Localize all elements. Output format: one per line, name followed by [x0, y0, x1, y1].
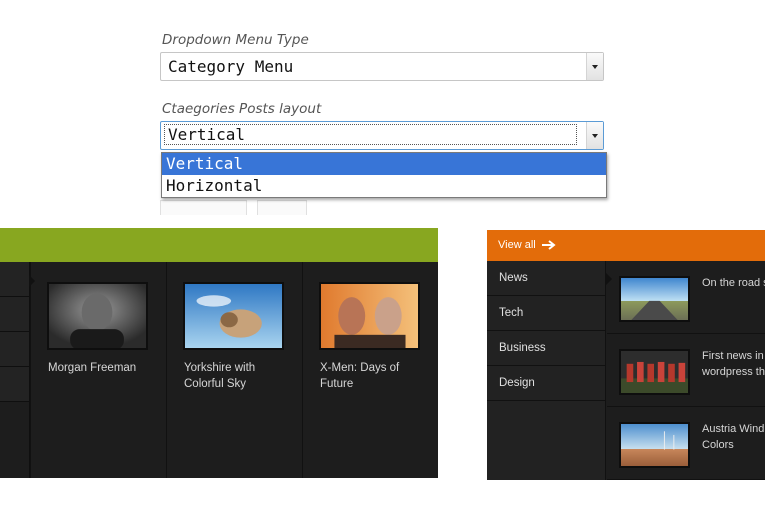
post-row[interactable]: On the road s	[607, 261, 765, 334]
chevron-down-icon[interactable]	[586, 122, 603, 149]
post-title[interactable]: Morgan Freeman	[48, 360, 158, 376]
category-item-tech[interactable]: Tech	[487, 296, 605, 331]
hidden-button[interactable]	[160, 200, 247, 215]
posts-layout-label: Ctaegories Posts layout	[162, 101, 322, 117]
category-item-business[interactable]: Business	[487, 331, 605, 366]
posts-layout-options[interactable]: Vertical Horizontal	[161, 152, 607, 198]
horizontal-layout-preview: View all News Tech Business Design On th…	[487, 230, 765, 480]
post-thumbnail[interactable]	[183, 282, 284, 350]
post-title[interactable]: Austria Windr Colors	[702, 421, 765, 453]
view-all-link[interactable]: View all	[498, 239, 536, 251]
vertical-layout-preview: Morgan Freeman Yorkshire with Colorful S…	[0, 228, 438, 478]
dropdown-menu-type-label: Dropdown Menu Type	[162, 32, 309, 48]
post-thumbnail[interactable]	[619, 422, 690, 468]
category-item[interactable]	[0, 262, 29, 297]
chevron-down-icon[interactable]	[586, 53, 603, 80]
category-item[interactable]	[0, 332, 29, 367]
post-column[interactable]: Yorkshire with Colorful Sky	[166, 262, 302, 478]
hidden-button[interactable]	[257, 200, 307, 215]
preview-header-bar	[0, 228, 438, 262]
post-title[interactable]: Yorkshire with Colorful Sky	[184, 360, 294, 392]
dropdown-menu-type-select[interactable]: Category Menu	[160, 52, 604, 81]
category-item[interactable]	[0, 297, 29, 332]
preview-header-bar: View all	[487, 230, 765, 261]
option-vertical[interactable]: Vertical	[162, 153, 606, 175]
post-thumbnail[interactable]	[619, 349, 690, 395]
post-title[interactable]: On the road s	[702, 275, 765, 291]
arrow-right-icon[interactable]	[541, 239, 557, 251]
category-item-news[interactable]: News	[487, 261, 605, 296]
category-sidebar	[0, 262, 30, 478]
post-thumbnail[interactable]	[319, 282, 420, 350]
post-title[interactable]: X-Men: Days of Future	[320, 360, 430, 392]
post-column[interactable]: X-Men: Days of Future	[302, 262, 438, 478]
category-item-design[interactable]: Design	[487, 366, 605, 401]
category-item[interactable]	[0, 367, 29, 402]
option-horizontal[interactable]: Horizontal	[162, 175, 606, 197]
category-list: News Tech Business Design	[487, 261, 606, 480]
post-row[interactable]: First news in wordpress the	[607, 334, 765, 407]
dropdown-menu-type-value: Category Menu	[168, 57, 294, 76]
post-title[interactable]: First news in wordpress the	[702, 348, 765, 380]
posts-layout-value: Vertical	[164, 124, 577, 145]
post-thumbnail[interactable]	[619, 276, 690, 322]
post-row[interactable]: Austria Windr Colors	[607, 407, 765, 480]
post-column[interactable]: Morgan Freeman	[30, 262, 166, 478]
post-thumbnail[interactable]	[47, 282, 148, 350]
posts-layout-select[interactable]: Vertical	[160, 121, 604, 150]
